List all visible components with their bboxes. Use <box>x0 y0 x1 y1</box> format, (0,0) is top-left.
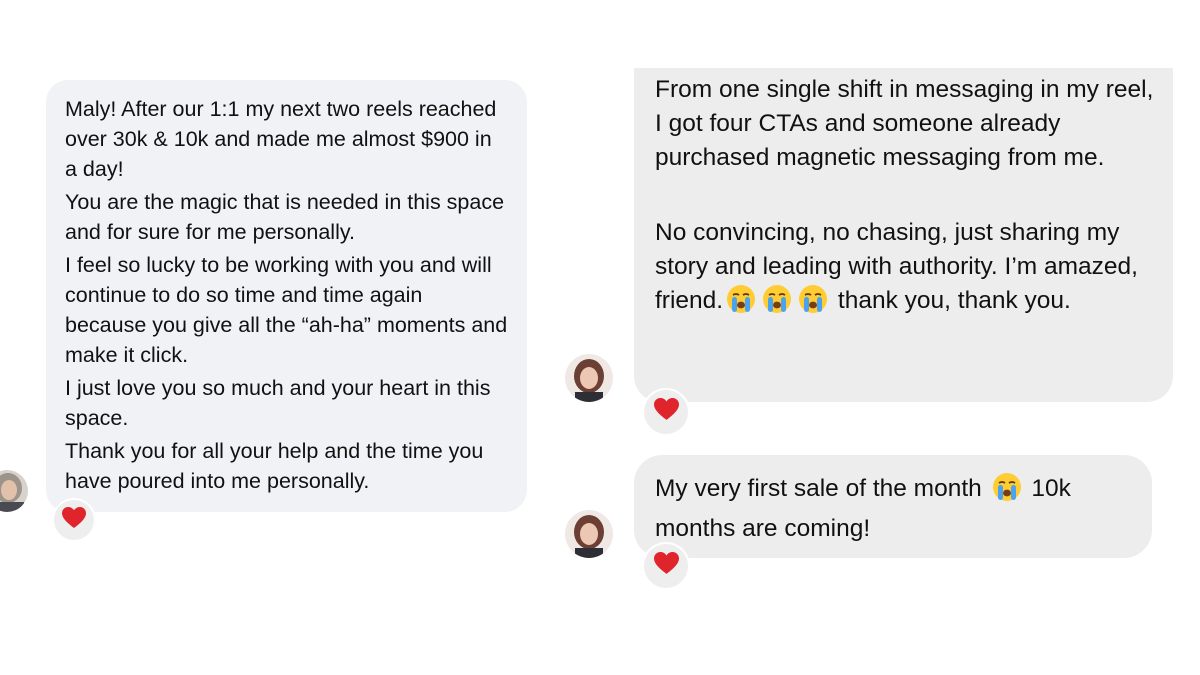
heart-icon <box>653 552 679 580</box>
heart-icon <box>62 506 86 534</box>
message-paragraph: I feel so lucky to be working with you a… <box>65 253 508 367</box>
sender-avatar-left[interactable] <box>0 470 28 512</box>
message-bubble-right-1[interactable]: From one single shift in messaging in my… <box>634 68 1173 402</box>
message-paragraph: From one single shift in messaging in my… <box>655 76 1154 171</box>
message-paragraph: My very first sale of the month 10k mont… <box>655 472 1134 546</box>
message-paragraph: Maly! After our 1:1 my next two reels re… <box>65 97 497 181</box>
message-text: thank you, thank you. <box>837 287 1071 314</box>
message-text: My very first sale of the month <box>655 475 982 502</box>
crying-face-icon <box>762 284 792 324</box>
sender-avatar-right-2[interactable] <box>565 510 613 558</box>
message-paragraph: You are the magic that is needed in this… <box>65 190 505 244</box>
crying-face-icon <box>726 284 756 324</box>
message-paragraph: Thank you for all your help and the time… <box>65 439 484 493</box>
heart-reaction-right-1[interactable] <box>642 388 690 436</box>
sender-avatar-right-1[interactable] <box>565 354 613 402</box>
message-paragraph: I just love you so much and your heart i… <box>65 376 491 430</box>
crying-face-icon <box>992 472 1022 512</box>
crying-face-icon <box>798 284 828 324</box>
message-bubble-left[interactable]: Maly! After our 1:1 my next two reels re… <box>46 80 527 512</box>
heart-reaction-right-2[interactable] <box>642 542 690 590</box>
heart-reaction-left[interactable] <box>52 498 96 542</box>
message-bubble-right-2[interactable]: My very first sale of the month 10k mont… <box>634 455 1152 558</box>
message-paragraph: No convincing, no chasing, just sharing … <box>655 216 1155 324</box>
heart-icon <box>653 398 679 426</box>
